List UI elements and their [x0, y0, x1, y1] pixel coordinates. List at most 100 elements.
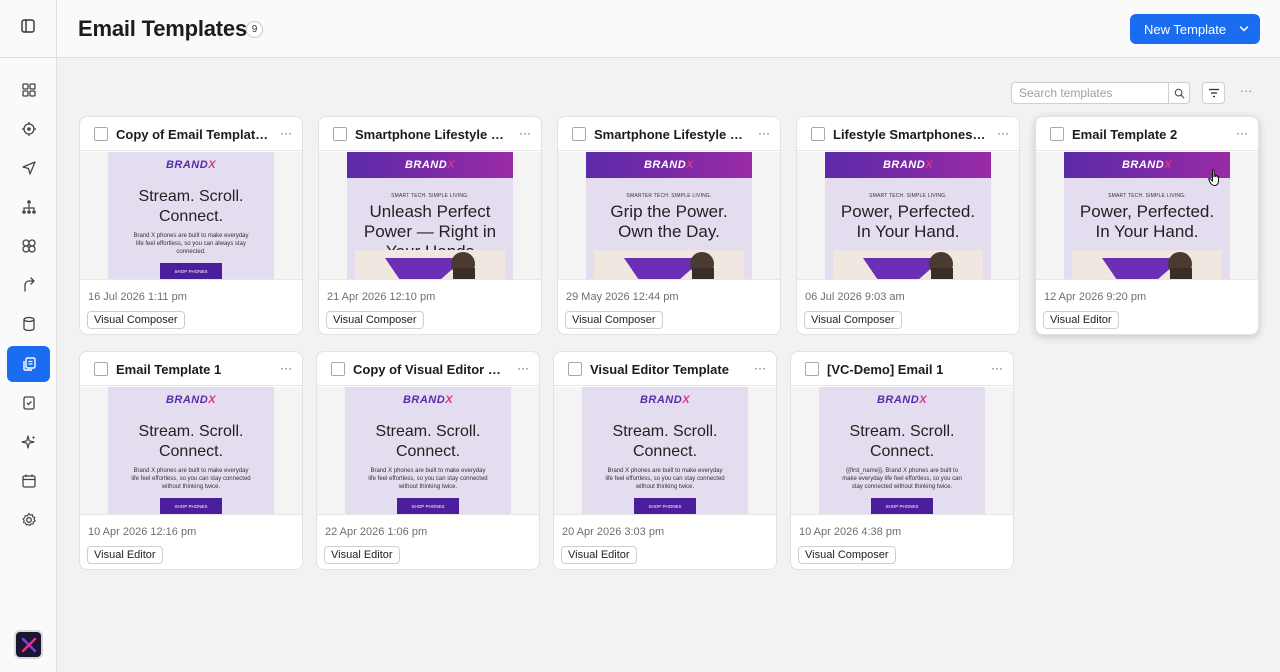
template-count-badge: 9: [246, 21, 263, 38]
search-button[interactable]: [1168, 82, 1190, 104]
hierarchy-icon[interactable]: [7, 189, 50, 225]
select-checkbox[interactable]: [94, 127, 108, 141]
template-preview[interactable]: BRANDX Stream. Scroll. Connect. {{first_n…: [791, 387, 1013, 515]
select-checkbox[interactable]: [568, 362, 582, 376]
target-icon[interactable]: [7, 111, 50, 147]
card-more-icon[interactable]: ···: [758, 126, 770, 140]
template-preview[interactable]: BRANDX SMARTER TECH. SIMPLE LIVING. Grip …: [558, 152, 780, 280]
card-header: Lifestyle Smartphones_v2 ···: [797, 117, 1019, 151]
segments-icon[interactable]: [7, 228, 50, 264]
sidebar: [0, 0, 57, 672]
template-card[interactable]: Email Template 2 ··· BRANDX SMART TECH. …: [1035, 116, 1259, 335]
database-icon[interactable]: [7, 306, 50, 342]
toggle-sidebar-icon[interactable]: [21, 19, 35, 38]
flow-icon[interactable]: [7, 267, 50, 303]
template-preview[interactable]: BRANDX Stream. Scroll. Connect. Brand X p…: [80, 387, 302, 515]
sparkle-icon[interactable]: [7, 424, 50, 460]
template-title[interactable]: [VC-Demo] Email 1: [827, 362, 981, 377]
email-cta: SHOP PHONES: [160, 263, 222, 279]
email-preview: BRANDX SMART TECH. SIMPLE LIVING. Unleash…: [347, 152, 513, 279]
email-brand-bar: BRANDX: [345, 387, 511, 413]
email-headline: Stream. Scroll. Connect.: [612, 423, 718, 460]
template-title[interactable]: Lifestyle Smartphones_v2: [833, 127, 987, 142]
email-brand-bar: BRANDX: [582, 387, 748, 413]
template-card[interactable]: Smartphone Lifestyle Ca... ··· BRANDX SM…: [557, 116, 781, 335]
email-cta: SHOP PHONES: [871, 498, 933, 514]
card-more-icon[interactable]: ···: [997, 126, 1009, 140]
email-brand-bar: BRANDX: [586, 152, 752, 178]
hero-image: [1072, 250, 1222, 279]
template-date: 16 Jul 2026 1:11 pm: [88, 291, 187, 303]
template-preview[interactable]: BRANDX SMART TECH. SIMPLE LIVING. Power, …: [797, 152, 1019, 280]
template-card[interactable]: Copy of Visual Editor Te... ··· BRANDX S…: [316, 351, 540, 570]
email-brand-bar: BRANDX: [819, 387, 985, 413]
send-icon[interactable]: [7, 150, 50, 186]
template-card[interactable]: Email Template 1 ··· BRANDX Stream. Scro…: [79, 351, 303, 570]
card-more-icon[interactable]: ···: [517, 361, 529, 375]
select-checkbox[interactable]: [94, 362, 108, 376]
filter-button[interactable]: [1202, 82, 1225, 104]
template-title[interactable]: Email Template 2: [1072, 127, 1226, 142]
email-preview: BRANDX Stream. Scroll. Connect. Brand X p…: [345, 387, 511, 514]
template-preview[interactable]: BRANDX Stream. Scroll. Connect. Brand X p…: [80, 152, 302, 280]
more-options-icon[interactable]: ···: [1237, 84, 1255, 99]
card-header: Email Template 1 ···: [80, 352, 302, 386]
select-checkbox[interactable]: [572, 127, 586, 141]
template-card[interactable]: Smartphone Lifestyle Ca... ··· BRANDX SM…: [318, 116, 542, 335]
template-date: 29 May 2026 12:44 pm: [566, 291, 679, 303]
new-template-button[interactable]: New Template: [1130, 14, 1260, 44]
template-date: 22 Apr 2026 1:06 pm: [325, 526, 428, 538]
template-title[interactable]: Email Template 1: [116, 362, 270, 377]
select-checkbox[interactable]: [811, 127, 825, 141]
editor-type-badge: Visual Composer: [87, 311, 185, 329]
brand-logo: BRANDX: [876, 394, 928, 406]
template-card[interactable]: [VC-Demo] Email 1 ··· BRANDX Stream. Scr…: [790, 351, 1014, 570]
email-kicker: SMART TECH. SIMPLE LIVING.: [1108, 193, 1186, 199]
template-title[interactable]: Smartphone Lifestyle Ca...: [355, 127, 509, 142]
template-card[interactable]: Copy of Email Template 1 ··· BRANDX Stre…: [79, 116, 303, 335]
settings-icon[interactable]: [7, 502, 50, 538]
email-kicker: SMART TECH. SIMPLE LIVING.: [869, 193, 947, 199]
card-more-icon[interactable]: ···: [519, 126, 531, 140]
template-date: 06 Jul 2026 9:03 am: [805, 291, 905, 303]
template-preview[interactable]: BRANDX Stream. Scroll. Connect. Brand X p…: [554, 387, 776, 515]
select-checkbox[interactable]: [333, 127, 347, 141]
template-preview[interactable]: BRANDX SMART TECH. SIMPLE LIVING. Power, …: [1036, 152, 1258, 280]
templates-icon[interactable]: [7, 346, 50, 382]
select-checkbox[interactable]: [1050, 127, 1064, 141]
brand-logo: BRANDX: [404, 159, 456, 171]
document-icon[interactable]: [7, 385, 50, 421]
card-more-icon[interactable]: ···: [280, 126, 292, 140]
template-preview[interactable]: BRANDX SMART TECH. SIMPLE LIVING. Unleash…: [319, 152, 541, 280]
template-card[interactable]: Lifestyle Smartphones_v2 ··· BRANDX SMAR…: [796, 116, 1020, 335]
card-more-icon[interactable]: ···: [991, 361, 1003, 375]
sidebar-header: [0, 0, 56, 58]
select-checkbox[interactable]: [331, 362, 345, 376]
email-body: Brand X phones are built to make everyda…: [131, 468, 251, 490]
email-headline: Stream. Scroll. Connect.: [849, 423, 955, 460]
template-date: 20 Apr 2026 3:03 pm: [562, 526, 665, 538]
template-title[interactable]: Copy of Email Template 1: [116, 127, 270, 142]
search-input[interactable]: Search templates: [1011, 82, 1169, 104]
template-title[interactable]: Visual Editor Template: [590, 362, 744, 377]
dashboard-icon[interactable]: [7, 72, 50, 108]
email-preview: BRANDX SMARTER TECH. SIMPLE LIVING. Grip …: [586, 152, 752, 279]
template-preview[interactable]: BRANDX Stream. Scroll. Connect. Brand X p…: [317, 387, 539, 515]
template-title[interactable]: Copy of Visual Editor Te...: [353, 362, 507, 377]
template-date: 21 Apr 2026 12:10 pm: [327, 291, 436, 303]
email-preview: BRANDX SMART TECH. SIMPLE LIVING. Power, …: [825, 152, 991, 279]
hero-image: [594, 250, 744, 279]
card-header: Smartphone Lifestyle Ca... ···: [319, 117, 541, 151]
template-title[interactable]: Smartphone Lifestyle Ca...: [594, 127, 748, 142]
calendar-icon[interactable]: [7, 463, 50, 499]
card-more-icon[interactable]: ···: [280, 361, 292, 375]
card-more-icon[interactable]: ···: [754, 361, 766, 375]
email-headline: Power, Perfected. In Your Hand.: [840, 202, 976, 241]
editor-type-badge: Visual Composer: [804, 311, 902, 329]
select-checkbox[interactable]: [805, 362, 819, 376]
app-logo[interactable]: [14, 630, 43, 659]
template-card[interactable]: Visual Editor Template ··· BRANDX Stream…: [553, 351, 777, 570]
email-cta: SHOP PHONES: [397, 498, 459, 514]
card-more-icon[interactable]: ···: [1236, 126, 1248, 140]
editor-type-badge: Visual Editor: [87, 546, 163, 564]
